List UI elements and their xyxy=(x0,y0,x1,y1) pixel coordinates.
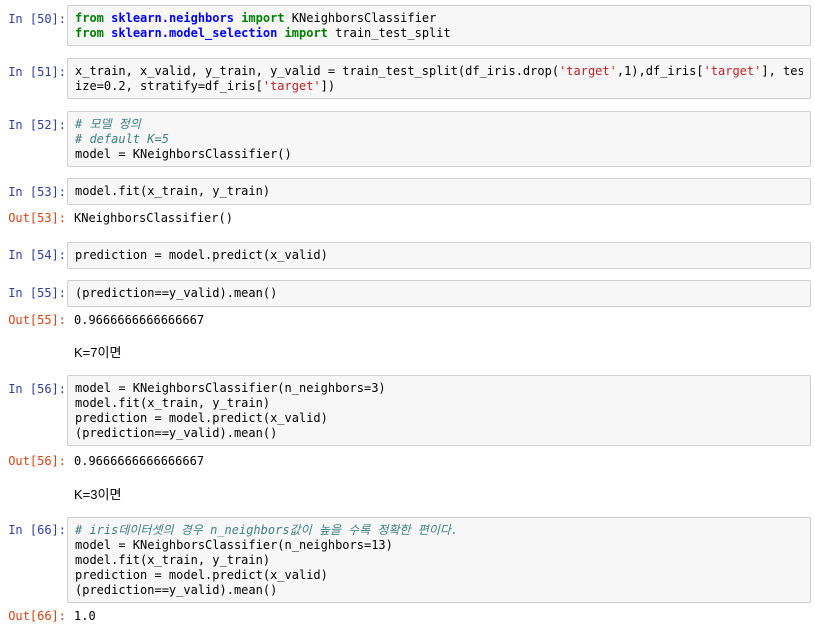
input-prompt: In [51]: xyxy=(8,65,66,79)
output-prompt: Out[56]: xyxy=(8,454,66,468)
code-editor[interactable]: model = KNeighborsClassifier(n_neighbors… xyxy=(75,381,803,441)
code-editor[interactable]: prediction = model.predict(x_valid) xyxy=(75,248,803,263)
cell-output: 0.9666666666666667 xyxy=(74,313,205,327)
code-editor[interactable]: from sklearn.neighbors import KNeighbors… xyxy=(75,11,803,41)
input-prompt: In [66]: xyxy=(8,523,66,537)
input-prompt: In [50]: xyxy=(8,12,66,26)
code-editor[interactable]: model.fit(x_train, y_train) xyxy=(75,184,803,199)
code-cell-55[interactable]: (prediction==y_valid).mean() xyxy=(67,280,811,307)
output-prompt: Out[66]: xyxy=(8,609,66,623)
code-cell-66[interactable]: # iris데이터셋의 경우 n_neighbors값이 높을 수록 정확한 편… xyxy=(67,517,811,603)
output-prompt: Out[55]: xyxy=(8,313,66,327)
output-prompt: Out[53]: xyxy=(8,211,66,225)
code-cell-54[interactable]: prediction = model.predict(x_valid) xyxy=(67,242,811,269)
input-prompt: In [54]: xyxy=(8,248,66,262)
code-cell-53[interactable]: model.fit(x_train, y_train) xyxy=(67,178,811,205)
code-cell-51[interactable]: x_train, x_valid, y_train, y_valid = tra… xyxy=(67,58,811,99)
input-prompt: In [53]: xyxy=(8,185,66,199)
code-editor[interactable]: # iris데이터셋의 경우 n_neighbors값이 높을 수록 정확한 편… xyxy=(75,523,803,598)
input-prompt: In [56]: xyxy=(8,382,66,396)
cell-output: 1.0 xyxy=(74,609,96,623)
cell-output: KNeighborsClassifier() xyxy=(74,211,233,225)
code-cell-52[interactable]: # 모델 정의 # default K=5 model = KNeighbors… xyxy=(67,111,811,167)
code-editor[interactable]: (prediction==y_valid).mean() xyxy=(75,286,803,301)
code-cell-56[interactable]: model = KNeighborsClassifier(n_neighbors… xyxy=(67,375,811,446)
code-editor[interactable]: # 모델 정의 # default K=5 model = KNeighbors… xyxy=(75,117,803,162)
code-editor[interactable]: x_train, x_valid, y_train, y_valid = tra… xyxy=(75,64,803,94)
markdown-cell: K=7이면 xyxy=(74,345,122,360)
markdown-cell: K=3이면 xyxy=(74,487,122,502)
input-prompt: In [55]: xyxy=(8,286,66,300)
cell-output: 0.9666666666666667 xyxy=(74,454,205,468)
input-prompt: In [52]: xyxy=(8,118,66,132)
code-cell-50[interactable]: from sklearn.neighbors import KNeighbors… xyxy=(67,5,811,46)
